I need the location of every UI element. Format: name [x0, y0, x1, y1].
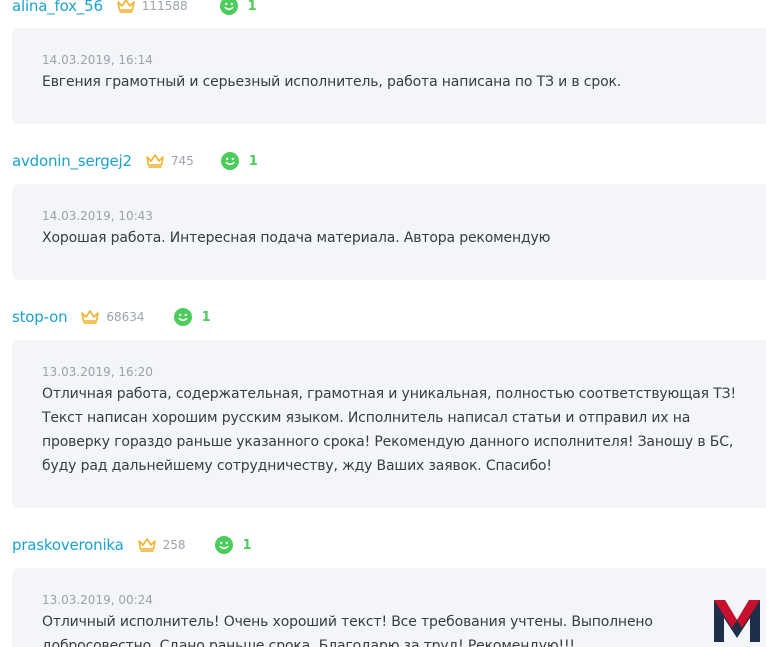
review-header: stop-on 68634 1	[12, 306, 211, 328]
likes-count: 1	[242, 537, 252, 553]
review-text: Хорошая работа. Интересная подача матери…	[42, 230, 551, 246]
smile-icon	[214, 536, 233, 554]
user-rating: 745	[170, 154, 194, 168]
review-header: praskoveronika 258 1	[12, 534, 252, 556]
user-rating: 258	[162, 538, 186, 552]
likes-count: 1	[201, 309, 211, 325]
review-text: Евгения грамотный и серьезный исполнител…	[42, 74, 622, 90]
review-date: 14.03.2019, 16:14	[42, 53, 153, 67]
smile-icon	[173, 308, 192, 326]
smile-icon	[220, 152, 239, 170]
crown-icon	[116, 0, 135, 13]
username-link[interactable]: avdonin_sergej2	[12, 152, 132, 170]
review-card: 13.03.2019, 00:24 Отличный исполнитель! …	[12, 568, 766, 647]
crown-icon	[137, 538, 156, 552]
review-card: 13.03.2019, 16:20 Отличная работа, содер…	[12, 340, 766, 508]
review-card: 14.03.2019, 10:43 Хорошая работа. Интере…	[12, 184, 766, 280]
crown-icon	[146, 154, 164, 168]
review-text: Отличная работа, содержательная, грамотн…	[42, 386, 736, 474]
username-link[interactable]: praskoveronika	[12, 536, 124, 554]
review-date: 13.03.2019, 16:20	[42, 365, 153, 379]
smile-icon	[219, 0, 238, 15]
likes-count: 1	[248, 153, 258, 169]
review-text: Отличный исполнитель! Очень хороший текс…	[42, 614, 653, 647]
username-link[interactable]: alina_fox_56	[12, 0, 103, 15]
reviews-page: alina_fox_56 111588 1 14.03.2019, 16:14 …	[0, 0, 766, 647]
user-rating: 68634	[106, 310, 145, 324]
likes-count: 1	[247, 0, 257, 14]
username-link[interactable]: stop-on	[12, 308, 68, 326]
user-rating: 111588	[141, 0, 188, 13]
review-date: 13.03.2019, 00:24	[42, 593, 153, 607]
review-header: avdonin_sergej2 745 1	[12, 150, 258, 172]
m-logo	[714, 600, 760, 642]
crown-icon	[81, 310, 100, 324]
review-header: alina_fox_56 111588 1	[12, 0, 257, 17]
review-card: 14.03.2019, 16:14 Евгения грамотный и се…	[12, 28, 766, 124]
review-date: 14.03.2019, 10:43	[42, 209, 153, 223]
